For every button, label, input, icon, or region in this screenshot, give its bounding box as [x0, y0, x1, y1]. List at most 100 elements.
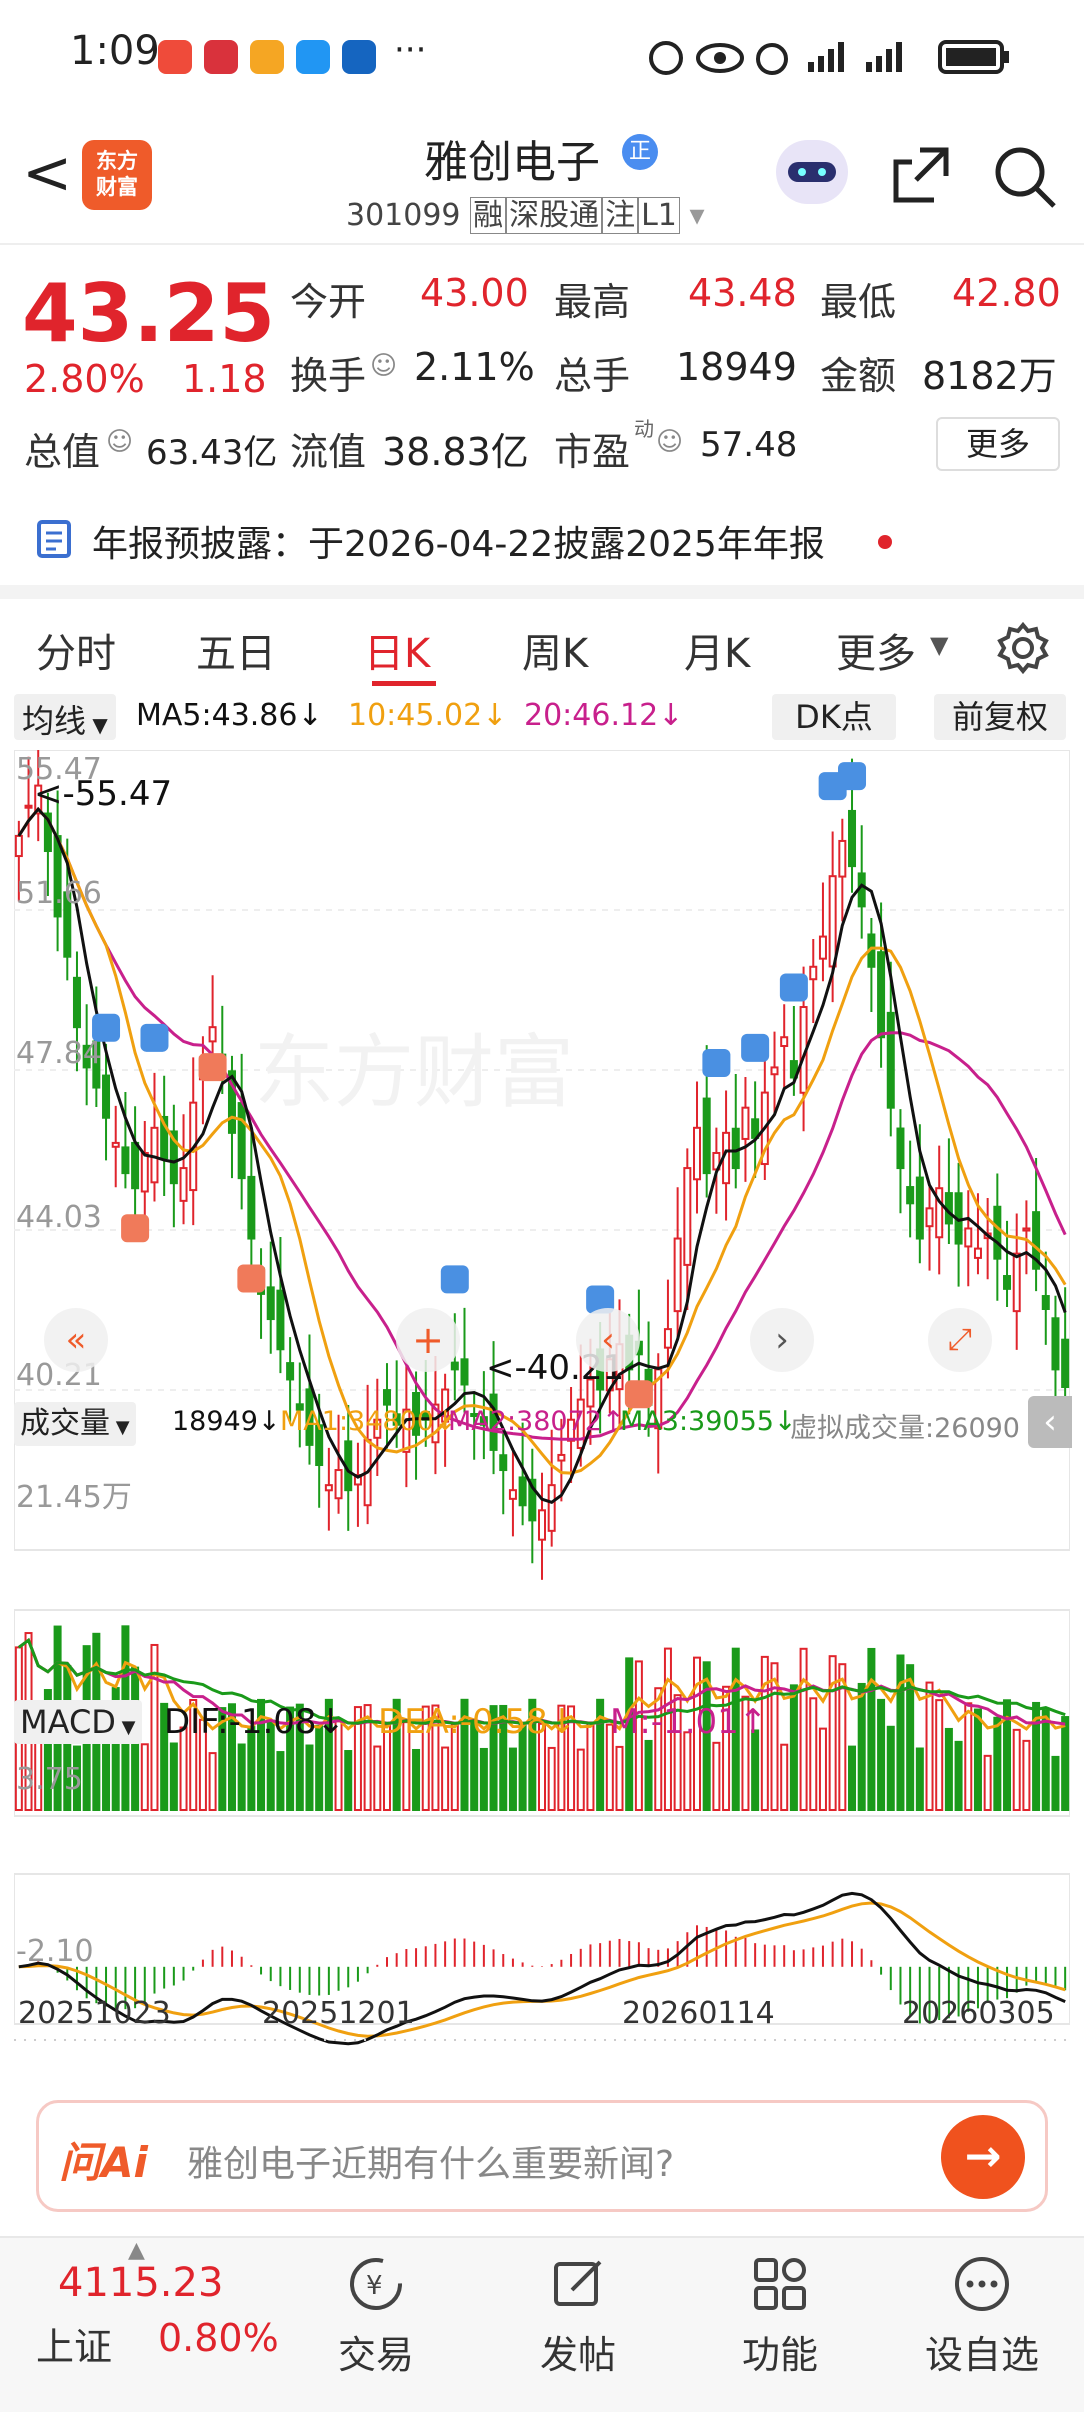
stock-name: 雅创电子	[424, 137, 600, 188]
more-button[interactable]: 更多	[936, 417, 1060, 471]
volume-value: 18949	[676, 345, 797, 389]
ask-ai-bar[interactable]: 问Ai 雅创电子近期有什么重要新闻? →	[36, 2100, 1048, 2212]
volume-bar	[886, 1725, 895, 1812]
notice-text[interactable]: 年报预披露：于2026-04-22披露2025年年报	[92, 515, 825, 567]
volume-selector[interactable]: 成交量 ▼	[14, 1402, 136, 1446]
float-value: 38.83亿	[382, 430, 529, 474]
volume-bar	[615, 1745, 624, 1812]
candle-body	[334, 1469, 343, 1500]
volume-bar	[848, 1745, 857, 1811]
nav-post[interactable]: 发帖	[508, 2254, 648, 2379]
dea-value: DEA:-0.58↓	[378, 1702, 577, 1742]
volume-bar	[276, 1751, 285, 1812]
registration-badge: 注	[602, 197, 639, 234]
candle-body	[1061, 1338, 1070, 1389]
candle-body	[973, 1247, 982, 1259]
index-value[interactable]: 4115.23	[58, 2260, 223, 2306]
ai-robot-icon[interactable]	[776, 140, 848, 204]
nav-label: 设自选	[924, 2333, 1039, 2377]
high-label: 最高	[554, 280, 631, 324]
volume-bar	[925, 1681, 934, 1811]
adjust-button[interactable]: 前复权	[934, 694, 1066, 740]
gear-icon[interactable]	[996, 621, 1050, 675]
scroll-left-fast-button[interactable]: «	[44, 1308, 108, 1372]
back-button[interactable]: <	[22, 138, 72, 208]
zheng-badge: 正	[622, 134, 658, 170]
buy-signal	[198, 1053, 227, 1082]
candle-body	[508, 1489, 517, 1500]
date-label: 20251201	[262, 1996, 415, 2031]
collapse-panel-button[interactable]: ‹	[1028, 1396, 1072, 1448]
share-icon[interactable]	[890, 144, 952, 206]
candle-body	[673, 1237, 682, 1313]
sell-signal	[702, 1048, 731, 1077]
buy-signal	[624, 1380, 653, 1409]
ma10-value: 10:45.02↓	[348, 698, 508, 733]
volume-bar	[441, 1746, 450, 1812]
candle-body	[663, 1328, 672, 1349]
candle-body	[460, 1358, 469, 1386]
candle-body	[140, 1151, 149, 1193]
search-icon[interactable]	[992, 144, 1058, 210]
info-icon[interactable]: ☺	[370, 351, 397, 381]
vol-ma1: MA1:34800↓	[280, 1406, 457, 1437]
nav-watchlist[interactable]: 设自选	[912, 2254, 1052, 2379]
tab-daily-k[interactable]: 日K	[364, 621, 430, 679]
nav-functions[interactable]: 功能	[710, 2254, 850, 2379]
amount-label: 金额	[820, 354, 897, 398]
index-change[interactable]: 0.80%	[158, 2316, 279, 2360]
ma-selector[interactable]: 均线 ▼	[14, 694, 116, 740]
tab-intraday[interactable]: 分时	[36, 621, 116, 679]
macd-selector[interactable]: MACD ▼	[14, 1700, 142, 1744]
zoom-in-button[interactable]: +	[396, 1308, 460, 1372]
volume-bar	[818, 1727, 827, 1812]
ask-ai-logo: 问Ai	[59, 2138, 148, 2187]
nav-trade[interactable]: ¥ 交易	[306, 2254, 446, 2379]
more-dots-icon	[955, 2257, 1009, 2311]
volume-bar	[208, 1752, 217, 1812]
info-icon[interactable]: ☺	[656, 427, 683, 457]
tab-more[interactable]: 更多	[836, 621, 916, 679]
fullscreen-icon[interactable]: ⤢	[928, 1308, 992, 1372]
volume-bar	[479, 1747, 488, 1811]
active-tab-indicator	[372, 681, 436, 686]
candle-body	[964, 1227, 973, 1248]
candle-body	[1012, 1252, 1021, 1313]
scroll-right-button[interactable]: ›	[750, 1308, 814, 1372]
volume-bar	[751, 1729, 760, 1812]
date-label: 20251023	[18, 1996, 171, 2031]
ma20-value: 20:46.12↓	[524, 698, 684, 733]
candle-body	[770, 1066, 779, 1076]
tab-five-day[interactable]: 五日	[196, 621, 276, 679]
candle-body	[886, 1011, 895, 1109]
logo-text: 东方	[96, 149, 138, 173]
change-value: 1.18	[182, 357, 267, 401]
send-arrow-icon[interactable]: →	[941, 2115, 1025, 2199]
dk-point-button[interactable]: DK点	[772, 694, 896, 740]
candle-body	[915, 1176, 924, 1240]
connect-badge: 深股通	[506, 197, 603, 234]
volume-bar	[586, 1721, 595, 1812]
turnover-value: 2.11%	[414, 345, 535, 389]
index-name[interactable]: 上证	[36, 2316, 112, 2371]
volume-bar	[683, 1731, 692, 1811]
volume-bar	[828, 1655, 837, 1811]
mktcap-value: 63.43亿	[146, 433, 278, 473]
tab-weekly-k[interactable]: 周K	[522, 621, 588, 679]
chevron-down-icon[interactable]: ▾	[689, 198, 704, 233]
candle-body	[547, 1484, 556, 1532]
margin-badge: 融	[470, 197, 507, 234]
y-label: 47.84	[16, 1036, 102, 1071]
status-bar: 1:09 ···	[0, 0, 1084, 110]
candle-body	[276, 1289, 285, 1351]
sell-signal	[440, 1265, 469, 1294]
candle-body	[102, 1074, 111, 1119]
candle-body	[896, 1127, 905, 1170]
info-icon[interactable]: ☺	[106, 427, 133, 457]
edit-icon	[554, 2260, 602, 2306]
volume-bar	[169, 1742, 178, 1812]
vol-axis-label: 21.45万	[16, 1480, 132, 1515]
tab-monthly-k[interactable]: 月K	[684, 621, 750, 679]
ask-ai-input[interactable]: 雅创电子近期有什么重要新闻?	[187, 2135, 674, 2187]
scroll-left-button[interactable]: ‹	[576, 1308, 640, 1372]
